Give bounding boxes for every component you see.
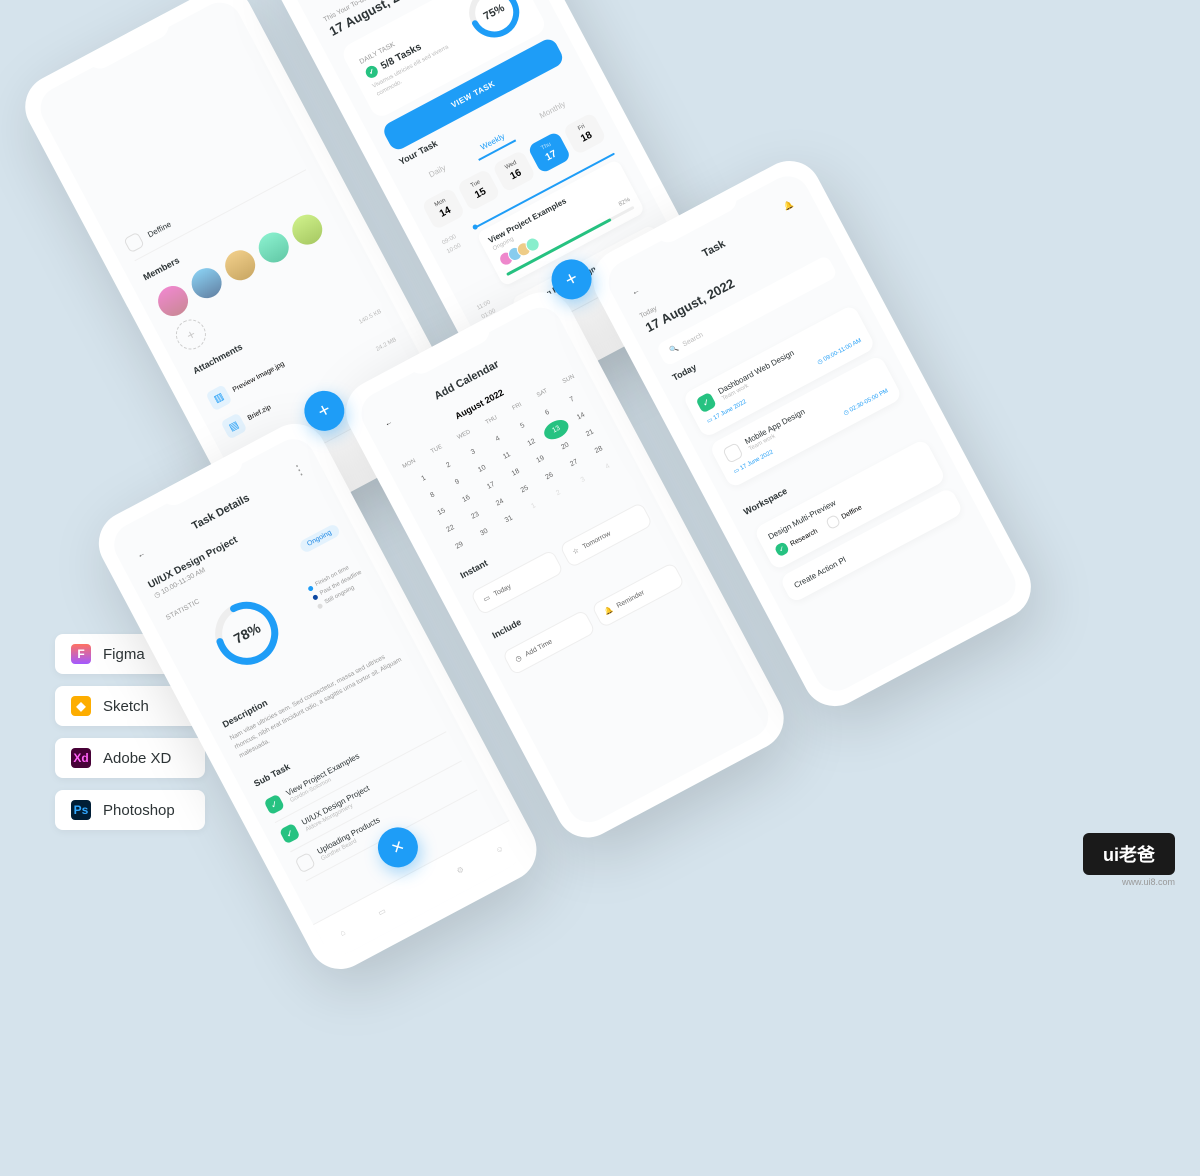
nav-profile-icon[interactable]: ☺	[487, 837, 511, 861]
screen-title: Task	[700, 238, 727, 260]
avatar[interactable]	[253, 227, 294, 268]
avatar[interactable]	[287, 209, 328, 250]
nav-settings-icon[interactable]: ⚙	[448, 858, 472, 882]
back-icon[interactable]: ←	[377, 411, 399, 433]
watermark: ui老爸	[1083, 833, 1175, 875]
avatar[interactable]	[186, 263, 227, 304]
add-member-button[interactable]: +	[171, 314, 212, 355]
checkbox[interactable]	[123, 232, 145, 254]
image-icon: ▨	[205, 384, 232, 411]
checkbox-checked[interactable]: ✓	[264, 794, 286, 816]
avatar[interactable]	[220, 245, 261, 286]
zip-icon: ▤	[220, 413, 247, 440]
back-icon[interactable]: ←	[625, 280, 647, 302]
checkbox-checked[interactable]: ✓	[279, 823, 301, 845]
nav-home-icon[interactable]: ⌂	[331, 921, 355, 945]
watermark-url: www.ui8.com	[1122, 877, 1175, 887]
check-icon: ✓	[364, 64, 380, 80]
nav-calendar-icon[interactable]: ▭	[370, 900, 394, 924]
more-icon[interactable]: ⋮	[289, 459, 309, 481]
bell-icon[interactable]: 🔔	[782, 196, 804, 218]
back-icon[interactable]: ←	[130, 543, 152, 565]
checkbox[interactable]	[295, 852, 317, 874]
avatar[interactable]	[153, 281, 194, 322]
